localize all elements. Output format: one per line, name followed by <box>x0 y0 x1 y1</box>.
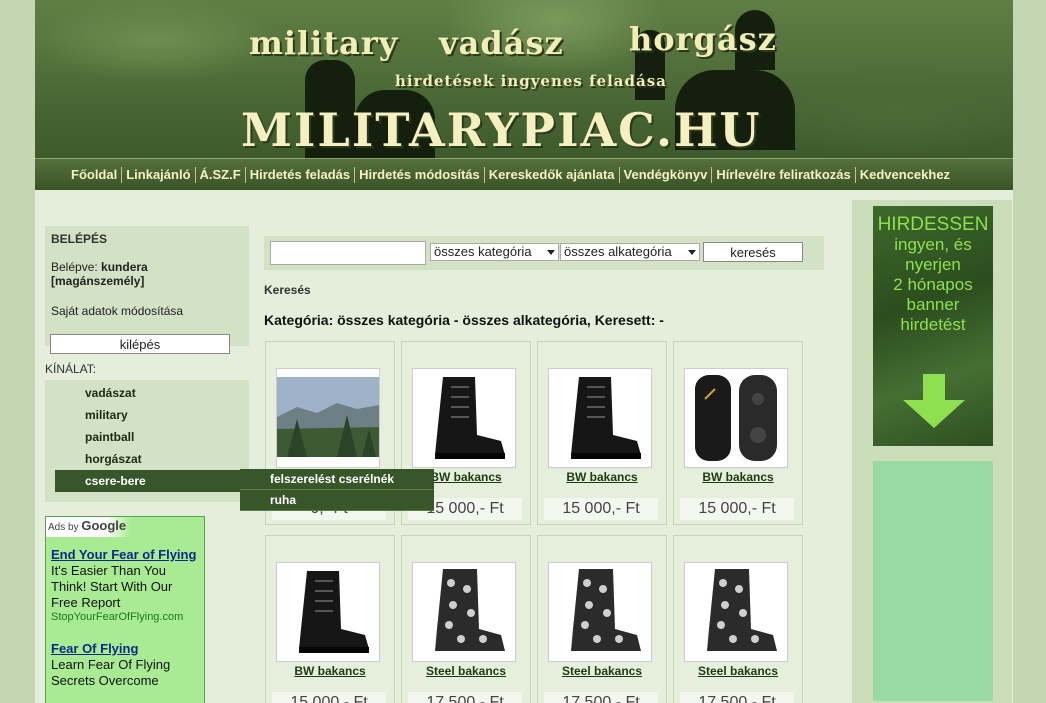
category-select-value: összes kategória <box>434 244 532 259</box>
subcategory-select[interactable]: összes alkategória <box>560 243 700 261</box>
ads-by-label: Ads by <box>48 522 82 533</box>
google-logo: Google <box>81 518 127 533</box>
search-input[interactable] <box>270 241 426 265</box>
product-name[interactable]: BW bakancs <box>538 470 666 484</box>
product-name[interactable]: BW bakancs <box>266 664 394 678</box>
product-card[interactable]: Steel bakancs 17 500,- Ft <box>673 535 803 703</box>
category-vadaszat[interactable]: vadászat <box>45 382 249 404</box>
ad-body: It's Easier Than You Think! Start With O… <box>51 563 173 610</box>
nav-kedvencekhez[interactable]: Kedvencekhez <box>856 167 954 183</box>
product-price: 15 000,- Ft <box>544 498 658 520</box>
nav-fooldal[interactable]: Főoldal <box>67 166 123 183</box>
product-image[interactable] <box>276 562 380 662</box>
advertise-banner[interactable]: HIRDESSEN ingyen, és nyerjen 2 hónapos b… <box>873 206 993 446</box>
site-header: military vadász horgász hirdetések ingye… <box>35 0 1013 158</box>
nav-linkajanlo[interactable]: Linkajánló <box>122 166 196 183</box>
product-name[interactable]: Steel bakancs <box>402 664 530 678</box>
product-image[interactable] <box>684 368 788 468</box>
ads-header: Ads by Google <box>46 517 131 537</box>
product-name[interactable]: Steel bakancs <box>538 664 666 678</box>
ad-url[interactable]: StopYourFearOfFlying.com <box>51 611 199 623</box>
product-image[interactable] <box>548 562 652 662</box>
category-paintball[interactable]: paintball <box>45 426 249 448</box>
search-bar: összes kategória összes alkategória kere… <box>264 236 824 270</box>
product-name[interactable]: BW bakancs <box>674 470 802 484</box>
nav-vendegkonyv[interactable]: Vendégkönyv <box>620 166 713 183</box>
search-button[interactable]: keresés <box>703 242 803 262</box>
nav-hirlevel[interactable]: Hírlevélre feliratkozás <box>712 166 856 183</box>
product-image[interactable] <box>548 368 652 468</box>
nav-hirdetes-feladas[interactable]: Hirdetés feladás <box>246 166 356 183</box>
offer-label: KÍNÁLAT: <box>45 362 97 376</box>
nav-hirdetes-modositas[interactable]: Hirdetés módosítás <box>355 166 485 183</box>
ad-title[interactable]: Fear Of Flying <box>51 641 199 657</box>
category-menu: vadászat military paintball horgászat cs… <box>45 380 269 502</box>
product-card[interactable]: Steel bakancs 17 500,- Ft <box>401 535 531 703</box>
header-word-military: military <box>249 24 399 62</box>
logout-button[interactable]: kilépés <box>50 334 230 354</box>
header-word-horgasz: horgász <box>629 20 777 58</box>
product-price: 17 500,- Ft <box>408 692 522 703</box>
google-ads: Ads by Google End Your Fear of Flying It… <box>45 516 205 703</box>
product-price: 17 500,- Ft <box>544 692 658 703</box>
account-type: [magánszemély] <box>51 274 145 288</box>
page-title: Kategória: összes kategória - összes alk… <box>264 312 664 328</box>
product-card[interactable]: BW bakancs 15 000,- Ft <box>265 535 395 703</box>
product-card[interactable]: BW bakancs 15 000,- Ft <box>537 341 667 525</box>
category-csere-bere[interactable]: csere-bere <box>55 470 269 492</box>
banner-line: 2 hónapos <box>893 275 973 294</box>
logged-prefix: Belépve: <box>51 260 102 274</box>
chevron-down-icon <box>547 250 555 255</box>
edit-profile-link[interactable]: Saját adatok módosítása <box>51 304 243 318</box>
product-image[interactable] <box>412 562 516 662</box>
product-name[interactable]: Steel bakancs <box>674 664 802 678</box>
product-image[interactable] <box>412 368 516 468</box>
subcategory-select-value: összes alkategória <box>564 244 672 259</box>
login-title: BELÉPÉS <box>51 232 108 246</box>
product-price: 15 000,- Ft <box>272 692 386 703</box>
product-price: 15 000,- Ft <box>680 498 794 520</box>
header-word-vadasz: vadász <box>439 24 564 62</box>
logged-in-line: Belépve: kundera [magánszemély] <box>51 260 243 288</box>
product-card[interactable]: Steel bakancs 17 500,- Ft <box>537 535 667 703</box>
banner-line: nyerjen <box>905 255 961 274</box>
arrow-down-icon <box>903 374 965 428</box>
banner-line: HIRDESSEN <box>877 214 989 235</box>
category-select[interactable]: összes kategória <box>430 243 559 261</box>
flyout-item-felszereles[interactable]: felszerelést cserélnék <box>240 469 434 490</box>
product-image[interactable] <box>684 562 788 662</box>
header-subtitle: hirdetések ingyenes feladása <box>395 72 667 90</box>
page: military vadász horgász hirdetések ingye… <box>35 0 1013 703</box>
main-nav: Főoldal Linkajánló Á.SZ.F Hirdetés felad… <box>35 158 1013 190</box>
flyout-item-ruha[interactable]: ruha <box>240 490 434 511</box>
username: kundera <box>101 260 148 274</box>
banner-line: ingyen, és <box>894 235 972 254</box>
product-card[interactable]: BW bakancs 15 000,- Ft <box>673 341 803 525</box>
site-logo[interactable]: MILITARYPIAC.HU <box>241 103 762 157</box>
chevron-down-icon <box>688 250 696 255</box>
banner-line: hirdetést <box>900 315 966 334</box>
login-box: BELÉPÉS Belépve: kundera [magánszemély] … <box>45 226 249 354</box>
nav-kereskedok[interactable]: Kereskedők ajánlata <box>485 166 620 183</box>
product-image[interactable] <box>276 368 380 468</box>
ad-slot[interactable] <box>873 461 993 701</box>
ad-body: Learn Fear Of Flying Secrets Overcome <box>51 657 171 688</box>
nav-aszf[interactable]: Á.SZ.F <box>196 166 246 183</box>
ad-title[interactable]: End Your Fear of Flying <box>51 547 199 563</box>
banner-line: banner <box>906 295 960 314</box>
category-military[interactable]: military <box>45 404 249 426</box>
breadcrumb: Keresés <box>264 283 311 297</box>
category-flyout-menu: felszerelést cserélnék ruha <box>240 469 434 511</box>
product-price: 17 500,- Ft <box>680 692 794 703</box>
category-horgaszat[interactable]: horgászat <box>45 448 249 470</box>
